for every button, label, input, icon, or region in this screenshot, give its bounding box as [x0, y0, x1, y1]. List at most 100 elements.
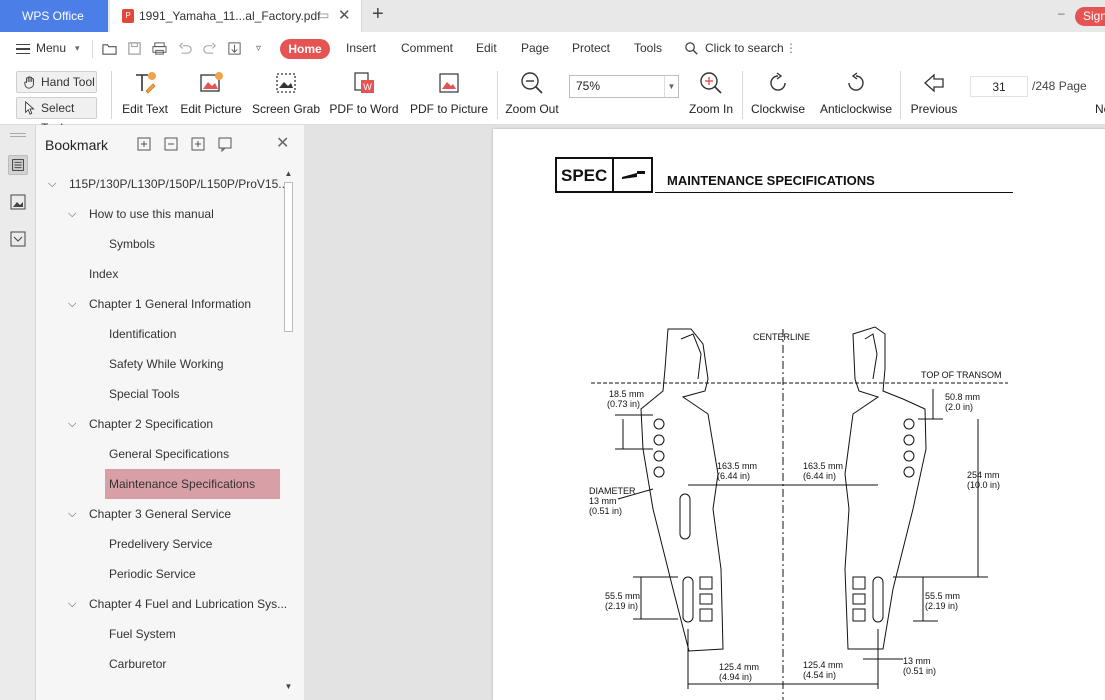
new-tab-button[interactable]: + [372, 3, 384, 26]
select-tool-button[interactable]: Select Tool [16, 97, 97, 135]
bookmark-item[interactable]: General Specifications [36, 439, 282, 469]
dim-label: (10.0 in) [967, 480, 1001, 490]
bookmark-item-label: Symbols [109, 237, 156, 251]
bookmark-item[interactable]: Carburetor [36, 649, 282, 679]
bookmark-item-label: How to use this manual [89, 207, 214, 221]
bookmark-item-label: Index [89, 267, 119, 281]
undo-icon[interactable] [178, 41, 193, 56]
page-number-input[interactable]: 31 [970, 76, 1028, 97]
bookmark-item[interactable]: Maintenance Specifications [105, 469, 280, 499]
bookmark-item[interactable]: ⌵ Chapter 2 Specification [36, 409, 282, 439]
dim-label: (6.44 in) [803, 471, 837, 481]
more-options-icon[interactable]: ⋮ [785, 32, 797, 65]
zoom-level-select[interactable]: 75% ▼ [569, 75, 679, 98]
redo-icon[interactable] [202, 41, 217, 56]
bookmark-item[interactable]: ⌵ Chapter 4 Fuel and Lubrication Sys... [36, 589, 287, 619]
bookmark-item[interactable]: ⌵ 115P/130P/L130P/150P/L150P/ProV15... [36, 169, 288, 199]
bookmark-item[interactable]: Fuel System [36, 619, 282, 649]
previous-page-button[interactable]: Previous [906, 65, 962, 125]
scroll-up-icon[interactable]: ▲ [284, 169, 293, 178]
screen-grab-button[interactable]: Screen Grab [251, 65, 321, 125]
monitor-icon[interactable]: ▭ [318, 8, 329, 22]
save-icon[interactable] [127, 41, 142, 56]
bookmark-settings-icon[interactable] [217, 136, 233, 152]
pdf-to-picture-button[interactable]: PDF to Picture [408, 65, 490, 125]
divider [497, 71, 498, 119]
thumbnail-icon[interactable] [8, 192, 28, 212]
pdf-page: SPEC MAINTENANCE SPECIFICATIONS CENTERLI… [493, 129, 1105, 700]
chevron-down-icon[interactable]: ⌵ [68, 499, 76, 529]
search-box[interactable]: Click to search [705, 32, 784, 65]
edit-picture-button[interactable]: Edit Picture [178, 65, 244, 125]
bookmark-item[interactable]: Identification [36, 319, 282, 349]
expand-all-icon[interactable] [136, 136, 152, 152]
bookmark-item[interactable]: ⌵ Chapter 3 General Service [36, 499, 282, 529]
bookmark-panel-icon[interactable] [8, 155, 28, 175]
minimize-icon[interactable]: – [1058, 6, 1065, 20]
quick-access-dropdown-icon[interactable]: ▿ [256, 32, 261, 65]
export-icon[interactable] [227, 41, 242, 56]
dim-label: 163.5 mm [717, 461, 758, 471]
tab-tools[interactable]: Tools [634, 32, 662, 65]
bookmark-item[interactable]: Symbols [36, 229, 282, 259]
bookmark-item[interactable]: Special Tools [36, 379, 282, 409]
bookmark-item[interactable]: Safety While Working [36, 349, 282, 379]
dim-label: (4.54 in) [803, 670, 837, 680]
close-tab-icon[interactable]: ✕ [338, 6, 351, 24]
bookmark-item[interactable]: ⌵ How to use this manual [36, 199, 282, 229]
scrollbar-thumb[interactable] [284, 182, 293, 332]
chevron-down-icon[interactable]: ⌵ [68, 409, 76, 439]
document-tab[interactable]: P 1991_Yamaha_11...al_Factory.pdf ▭ ✕ [110, 0, 362, 32]
rotate-anticlockwise-button[interactable]: Anticlockwise [818, 65, 894, 125]
document-tab-title: 1991_Yamaha_11...al_Factory.pdf [139, 9, 321, 23]
annotation-panel-icon[interactable] [8, 229, 28, 249]
menu-button[interactable]: Menu [36, 32, 66, 65]
bookmark-item[interactable]: Predelivery Service [36, 529, 282, 559]
rotate-clockwise-button[interactable]: Clockwise [748, 65, 808, 125]
sign-in-button[interactable]: Sign [1075, 7, 1105, 26]
chevron-down-icon[interactable]: ⌵ [68, 589, 76, 619]
bookmark-item-label: Predelivery Service [109, 537, 213, 551]
search-icon[interactable] [684, 41, 699, 56]
hand-tool-button[interactable]: Hand Tool [16, 71, 97, 93]
dim-label: 125.4 mm [719, 662, 760, 672]
bookmark-item-label: Safety While Working [109, 357, 224, 371]
chevron-down-icon[interactable]: ▼ [664, 76, 678, 97]
next-page-label[interactable]: Ne [1095, 102, 1105, 116]
tab-protect[interactable]: Protect [572, 32, 610, 65]
open-folder-icon[interactable] [102, 41, 117, 56]
zoom-in-button[interactable]: Zoom In [684, 65, 738, 125]
app-tab[interactable]: WPS Office [0, 0, 108, 32]
dim-label: (2.19 in) [925, 601, 959, 611]
zoom-out-button[interactable]: Zoom Out [502, 65, 562, 125]
chevron-down-icon[interactable]: ⌵ [68, 199, 76, 229]
scroll-down-icon[interactable]: ▼ [284, 682, 293, 691]
bookmark-scrollbar[interactable]: ▲ ▼ [282, 169, 296, 691]
svg-text:W: W [363, 82, 372, 92]
centerline-label: CENTERLINE [753, 332, 811, 342]
tab-page[interactable]: Page [521, 32, 549, 65]
tab-comment[interactable]: Comment [401, 32, 453, 65]
document-viewer[interactable]: SPEC MAINTENANCE SPECIFICATIONS CENTERLI… [304, 125, 1105, 700]
pdf-to-word-button[interactable]: W PDF to Word [327, 65, 401, 125]
close-bookmark-panel-icon[interactable]: ✕ [276, 133, 289, 153]
bookmark-item-label: Fuel System [109, 627, 176, 641]
bookmark-item[interactable]: Periodic Service [36, 559, 282, 589]
add-bookmark-icon[interactable] [190, 136, 206, 152]
grip-icon[interactable] [10, 133, 26, 134]
menu-chevron-icon[interactable]: ▾ [75, 32, 80, 65]
hamburger-icon[interactable] [16, 44, 30, 54]
collapse-all-icon[interactable] [163, 136, 179, 152]
edit-text-button[interactable]: Edit Text [116, 65, 174, 125]
tab-home[interactable]: Home [280, 39, 330, 59]
clockwise-label: Clockwise [750, 102, 805, 116]
tab-insert[interactable]: Insert [346, 32, 376, 65]
print-icon[interactable] [152, 41, 167, 56]
zoom-level-value: 75% [576, 79, 601, 93]
chevron-down-icon[interactable]: ⌵ [68, 289, 76, 319]
tab-edit[interactable]: Edit [476, 32, 497, 65]
pdf-to-picture-label: PDF to Picture [409, 102, 489, 116]
bookmark-item[interactable]: ⌵ Chapter 1 General Information [36, 289, 282, 319]
chevron-down-icon[interactable]: ⌵ [48, 169, 56, 199]
bookmark-item[interactable]: Index [36, 259, 282, 289]
